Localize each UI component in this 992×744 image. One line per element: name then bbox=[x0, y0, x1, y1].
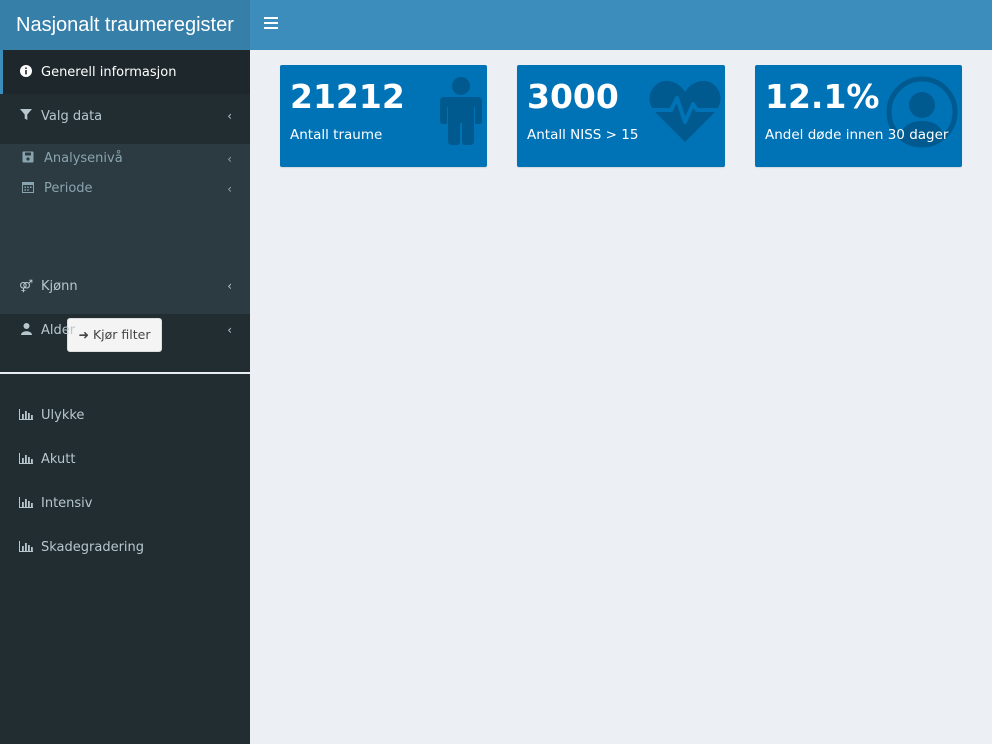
card-value: 12.1% bbox=[765, 77, 880, 116]
sidebar-item-alder[interactable]: Alder ‹ bbox=[0, 308, 250, 352]
sidebar-item-label: Generell informasjon bbox=[41, 65, 177, 80]
sidebar-item-label: Skadegradering bbox=[41, 540, 145, 555]
sidebar-item-label: Ulykke bbox=[41, 408, 85, 423]
hamburger-icon[interactable] bbox=[264, 17, 278, 33]
sidebar-subitem-label: Analysenivå bbox=[44, 151, 123, 166]
info-circle-icon bbox=[18, 50, 34, 94]
top-navbar bbox=[250, 0, 992, 50]
sidebar-subitem-periode[interactable]: Periode ‹ bbox=[0, 174, 250, 204]
chevron-left-icon: ‹ bbox=[227, 182, 232, 196]
sidebar-item-intensiv[interactable]: Intensiv bbox=[0, 481, 250, 525]
sidebar-item-ulykke[interactable]: Ulykke bbox=[0, 393, 250, 437]
sidebar-item-label: Valg data bbox=[41, 109, 103, 124]
card-label: Antall NISS > 15 bbox=[527, 127, 639, 143]
sidebar-item-label: Alder bbox=[41, 323, 76, 338]
gender-icon: ⚤ bbox=[18, 279, 34, 293]
chevron-left-icon: ‹ bbox=[227, 323, 232, 337]
sidebar-item-generell-informasjon[interactable]: Generell informasjon bbox=[0, 50, 250, 94]
info-box-antall-traume: 21212 Antall traume bbox=[280, 65, 487, 167]
calendar-icon bbox=[20, 174, 36, 204]
card-label: Andel døde innen 30 dager bbox=[765, 127, 949, 143]
card-label: Antall traume bbox=[290, 127, 383, 143]
sidebar-item-valg-data[interactable]: Valg data ‹ bbox=[0, 94, 250, 138]
sidebar-item-label: Akutt bbox=[41, 452, 76, 467]
bar-chart-icon bbox=[18, 393, 34, 437]
bar-chart-icon bbox=[18, 437, 34, 481]
card-value: 21212 bbox=[290, 77, 405, 116]
sidebar-item-skadegradering[interactable]: Skadegradering bbox=[0, 525, 250, 569]
save-icon bbox=[20, 144, 36, 174]
sidebar-item-akutt[interactable]: Akutt bbox=[0, 437, 250, 481]
info-box-andel-dode: 12.1% Andel døde innen 30 dager bbox=[755, 65, 962, 167]
sidebar-item-kjonn[interactable]: ⚤ Kjønn ‹ bbox=[0, 264, 250, 308]
sidebar-subitem-label: Periode bbox=[44, 181, 93, 196]
sidebar: Generell informasjon Valg data ‹ Analyse… bbox=[0, 50, 250, 744]
user-icon bbox=[18, 308, 34, 352]
male-icon bbox=[440, 77, 482, 145]
sidebar-item-label: Intensiv bbox=[41, 496, 93, 511]
heartbeat-icon bbox=[649, 80, 721, 142]
filter-icon bbox=[18, 94, 34, 138]
chevron-left-icon: ‹ bbox=[227, 109, 232, 123]
card-value: 3000 bbox=[527, 77, 619, 116]
chevron-left-icon: ‹ bbox=[227, 279, 232, 293]
sidebar-subitem-analyseniva[interactable]: Analysenivå ‹ bbox=[0, 144, 250, 174]
sidebar-divider bbox=[0, 372, 250, 374]
bar-chart-icon bbox=[18, 481, 34, 525]
chevron-left-icon: ‹ bbox=[227, 152, 232, 166]
bar-chart-icon bbox=[18, 525, 34, 569]
sidebar-item-label: Kjønn bbox=[41, 279, 78, 294]
info-box-antall-niss: 3000 Antall NISS > 15 bbox=[517, 65, 725, 167]
app-title[interactable]: Nasjonalt traumeregister bbox=[0, 0, 250, 50]
